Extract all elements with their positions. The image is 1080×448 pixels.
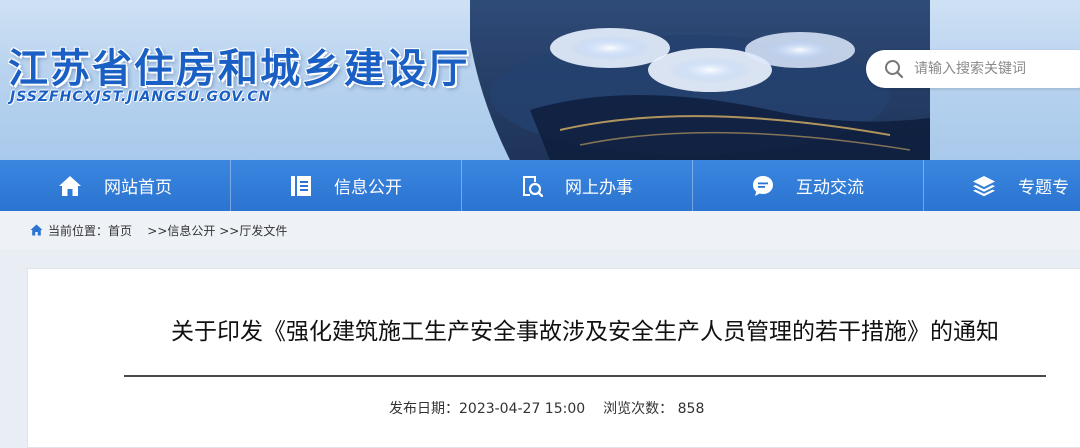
stadium-banner-image: [470, 0, 930, 160]
nav-item-label: 网站首页: [104, 178, 172, 198]
breadcrumb-home-link[interactable]: 首页: [108, 222, 132, 239]
article-title: 关于印发《强化建筑施工生产安全事故涉及安全生产人员管理的若干措施》的通知: [171, 319, 999, 345]
nav-item-home[interactable]: 网站首页: [0, 160, 231, 211]
views-label: 浏览次数：: [603, 401, 674, 417]
publish-date: 2023-04-27 15:00: [459, 401, 586, 417]
breadcrumb-prefix: 当前位置：: [48, 223, 109, 238]
header-banner: 江苏省住房和城乡建设厅 JSSZFHCXJST.JIANGSU.GOV.CN: [0, 0, 1080, 160]
breadcrumb-documents-link[interactable]: >>厅发文件: [219, 222, 287, 239]
search-input[interactable]: [912, 60, 1080, 78]
publish-date-label: 发布日期：: [389, 401, 459, 417]
site-domain: JSSZFHCXJST.JIANGSU.GOV.CN: [10, 89, 272, 105]
views-count: 858: [677, 401, 705, 417]
search-box[interactable]: [866, 50, 1080, 88]
nav-item-online-service[interactable]: 网上办事: [462, 160, 693, 211]
search-document-icon: [521, 175, 543, 197]
nav-item-label: 网上办事: [565, 178, 633, 198]
breadcrumb-info-link[interactable]: >>信息公开: [147, 222, 215, 239]
nav-item-special-topics[interactable]: 专题专: [924, 160, 1080, 211]
layers-icon: [972, 175, 996, 197]
document-icon: [290, 175, 312, 197]
nav-item-label: 信息公开: [334, 178, 402, 198]
search-icon[interactable]: [884, 59, 904, 79]
site-title: 江苏省住房和城乡建设厅: [8, 46, 470, 92]
nav-item-label: 互动交流: [796, 178, 864, 198]
nav-item-label: 专题专: [1018, 178, 1069, 198]
chat-icon: [752, 175, 774, 197]
home-icon: [58, 175, 82, 197]
location-home-icon: [30, 224, 43, 236]
article-card: [27, 268, 1080, 448]
nav-item-info-disclosure[interactable]: 信息公开: [231, 160, 462, 211]
main-nav: 网站首页 信息公开 网上办事 互动交流 专题专: [0, 160, 1080, 211]
article-meta: 发布日期：2023-04-27 15:00 浏览次数： 858: [389, 398, 704, 418]
nav-item-interaction[interactable]: 互动交流: [693, 160, 924, 211]
breadcrumb: 当前位置： 首页 >>信息公开 >>厅发文件: [0, 211, 1080, 249]
title-divider: [124, 375, 1046, 377]
